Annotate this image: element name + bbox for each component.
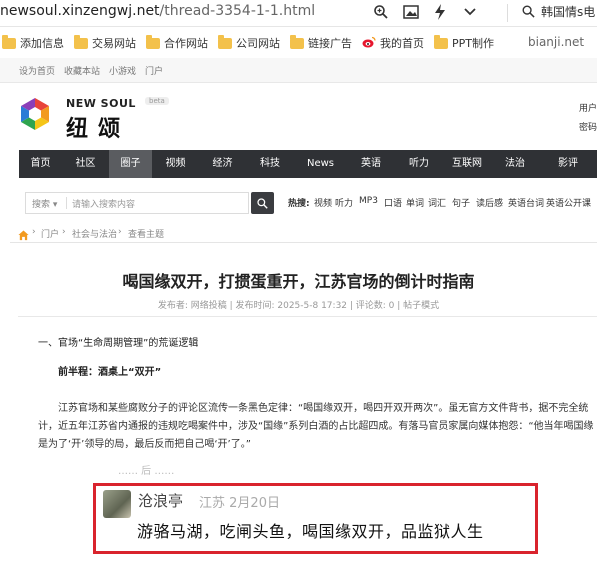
bookmark-label: PPT制作 xyxy=(452,37,494,50)
bookmarks-bar: 添加信息 交易网站 合作网站 公司网站 链接广告 我的首页 PPT制作 xyxy=(0,28,597,58)
nav-item[interactable]: 科技 xyxy=(246,150,294,178)
comment-date: 2月20日 xyxy=(229,496,280,511)
portal-link[interactable]: 门户 xyxy=(145,64,163,77)
folder-icon xyxy=(434,34,448,49)
bookmark-label: 公司网站 xyxy=(236,37,280,50)
lightning-icon[interactable] xyxy=(431,3,449,21)
chevron-down-icon[interactable] xyxy=(461,3,479,21)
breadcrumb-separator: › xyxy=(118,227,122,237)
article-paragraph: 江苏官场和某些腐败分子的评论区流传一条黑色定律：“喝国缘双开，喝四开双开两次”。… xyxy=(38,403,594,450)
faded-text: …… 后 …… xyxy=(118,466,175,477)
bookmark-item[interactable]: 我的首页 xyxy=(362,35,424,51)
nav-item[interactable]: 影评 xyxy=(539,150,597,178)
breadcrumb-separator: › xyxy=(32,227,36,237)
meta-divider xyxy=(18,316,597,317)
hot-search-word[interactable]: 视频 xyxy=(314,196,332,209)
search-category-label: 搜索 xyxy=(32,200,51,210)
nav-item[interactable]: 法治 xyxy=(491,150,539,178)
nav-item[interactable]: 经济 xyxy=(199,150,246,178)
article-meta: 发布者: 网络投稿 | 发布时间: 2025-5-8 17:32 | 评论数: … xyxy=(157,301,440,311)
nav-item[interactable]: 听力 xyxy=(395,150,443,178)
site-search-box[interactable]: 搜索 ▾ 请输入搜索内容 xyxy=(25,192,249,214)
bookmark-item[interactable]: PPT制作 xyxy=(434,34,494,51)
browser-search-box[interactable]: 韩国情s电 xyxy=(522,3,595,20)
set-homepage-link[interactable]: 设为首页 xyxy=(19,64,55,77)
site-top-links-bar: 设为首页 收藏本站 小游戏 门户 xyxy=(0,58,597,83)
hot-search-word[interactable]: 句子 xyxy=(452,196,470,209)
nav-item[interactable]: 圈子 xyxy=(109,150,152,178)
password-label: 密码 xyxy=(579,123,597,133)
bookmark-item[interactable]: 合作网站 xyxy=(146,34,208,51)
toolbar-divider xyxy=(507,4,508,22)
nav-item[interactable]: News xyxy=(294,150,347,178)
image-icon[interactable] xyxy=(402,3,420,21)
comment-meta: 江苏 2月20日 xyxy=(199,492,280,511)
avatar xyxy=(103,490,131,518)
main-nav: 首页 社区 圈子 视频 经济 科技 News 英语 听力 互联网 法治 影评 xyxy=(19,150,597,178)
bookmark-item[interactable]: 添加信息 xyxy=(2,34,64,51)
bookmark-label: 添加信息 xyxy=(20,37,64,50)
breadcrumb-portal[interactable]: 门户 xyxy=(41,227,59,240)
nav-item[interactable]: 首页 xyxy=(19,150,62,178)
nav-item[interactable]: 英语 xyxy=(347,150,395,178)
logo-text-en: NEW SOUL xyxy=(66,97,136,110)
bookmark-label: 交易网站 xyxy=(92,37,136,50)
comment-location: 江苏 xyxy=(199,496,226,511)
address-bar[interactable]: newsoul.xinzengwj.net/thread-3354-1-1.ht… xyxy=(0,0,597,27)
search-divider xyxy=(66,197,67,209)
hot-search-word[interactable]: 读后感 xyxy=(476,196,503,209)
sub-heading: 前半程：酒桌上“双开” xyxy=(58,367,162,378)
folder-icon xyxy=(2,34,16,49)
breadcrumb-category[interactable]: 社会与法治 xyxy=(72,227,117,240)
section-heading: 一、官场“生命周期管理”的荒诞逻辑 xyxy=(38,338,199,349)
comment-text: 游骆马湖，吃闸头鱼，喝国缘双开，品监狱人生 xyxy=(137,522,484,541)
folder-icon xyxy=(290,34,304,49)
bookmark-item[interactable]: 交易网站 xyxy=(74,34,136,51)
bookmark-label: 我的首页 xyxy=(380,37,424,50)
home-icon[interactable] xyxy=(18,226,29,245)
nav-item[interactable]: 视频 xyxy=(152,150,199,178)
hot-search-word[interactable]: MP3 xyxy=(359,196,378,206)
breadcrumb-separator: › xyxy=(62,227,66,237)
folder-icon xyxy=(218,34,232,49)
folder-icon xyxy=(74,34,88,49)
nav-item[interactable]: 互联网 xyxy=(443,150,491,178)
side-label: bianji.net xyxy=(528,35,585,49)
breadcrumb-current: 查看主题 xyxy=(128,230,165,240)
hot-search-word[interactable]: 口语 xyxy=(384,196,402,209)
mini-games-link[interactable]: 小游戏 xyxy=(109,64,136,77)
browser-search-text: 韩国情s电 xyxy=(541,5,596,19)
logo-text-cn: 纽颂 xyxy=(66,117,131,142)
zoom-icon[interactable] xyxy=(372,3,390,21)
hot-search-label: 热搜: xyxy=(288,199,310,209)
hot-search-word[interactable]: 词汇 xyxy=(428,196,446,209)
hot-search-word[interactable]: 英语公开课 xyxy=(546,196,591,209)
url-path: /thread-3354-1-1.html xyxy=(159,3,316,19)
bookmark-item[interactable]: 链接广告 xyxy=(290,34,352,51)
username-label: 用户 xyxy=(579,104,597,114)
url-text[interactable]: newsoul.xinzengwj.net/thread-3354-1-1.ht… xyxy=(0,3,315,19)
search-icon xyxy=(257,197,268,209)
article-title: 喝国缘双开，打掼蛋重开，江苏官场的倒计时指南 xyxy=(122,272,475,291)
bookmark-label: 合作网站 xyxy=(164,37,208,50)
search-icon xyxy=(522,5,535,18)
beta-badge: beta xyxy=(145,97,169,105)
hot-search-word[interactable]: 听力 xyxy=(335,196,353,209)
url-domain: newsoul.xinzengwj.net xyxy=(0,3,160,19)
bookmark-site-link[interactable]: 收藏本站 xyxy=(64,64,100,77)
search-input[interactable]: 请输入搜索内容 xyxy=(72,197,135,210)
site-logo-icon[interactable] xyxy=(18,97,52,131)
nav-item[interactable]: 社区 xyxy=(62,150,109,178)
hot-search-word[interactable]: 英语台词 xyxy=(508,196,544,209)
weibo-icon xyxy=(362,36,376,51)
comment-author: 沧浪亭 xyxy=(138,492,184,510)
bookmark-label: 链接广告 xyxy=(308,37,352,50)
search-category-select[interactable]: 搜索 ▾ xyxy=(32,197,57,210)
search-button[interactable] xyxy=(251,192,274,214)
folder-icon xyxy=(146,34,160,49)
bookmark-item[interactable]: 公司网站 xyxy=(218,34,280,51)
hot-search-word[interactable]: 单词 xyxy=(406,196,424,209)
